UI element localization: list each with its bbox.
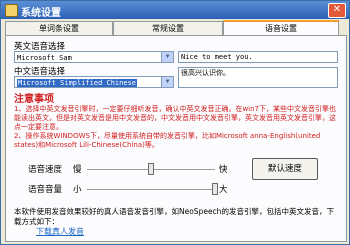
tab-single-entry[interactable]: 单词条设置 bbox=[5, 21, 113, 35]
volume-min-label: 小 bbox=[73, 185, 82, 195]
english-voice-value: Microsoft Sam bbox=[17, 54, 72, 62]
speed-label: 语音速度 bbox=[28, 165, 63, 175]
speed-min-label: 慢 bbox=[73, 165, 82, 175]
chevron-down-icon[interactable]: ▼ bbox=[161, 77, 173, 87]
english-sample-input[interactable]: Nice to meet you. bbox=[178, 51, 338, 63]
download-voice-link[interactable]: 下载真人发音 bbox=[36, 226, 84, 237]
reset-speed-button[interactable]: 默认速度 bbox=[252, 158, 318, 180]
chinese-voice-value: Microsoft Simplified Chinese bbox=[17, 79, 138, 87]
footnote-text: 本软件使用发音效果较好的真人语音发音引擎，如NeoSpeech的发音引擎，包括中… bbox=[14, 207, 334, 226]
volume-slider-track[interactable] bbox=[87, 189, 215, 191]
volume-label: 语音音量 bbox=[28, 185, 63, 195]
tab-general[interactable]: 常规设置 bbox=[113, 21, 223, 35]
voice-settings-panel: 英文语音选择 Microsoft Sam ▼ Nice to meet you.… bbox=[5, 35, 347, 242]
notes-title: 注意事项 bbox=[14, 94, 54, 105]
speed-max-label: 快 bbox=[219, 165, 228, 175]
note-item-1: 1、选择中英文发音引擎时，一定要仔细听发音，确认中英文发音正确。在win7下，某… bbox=[14, 105, 337, 131]
title-bar[interactable]: 系统设置 ✕ bbox=[1, 1, 349, 19]
close-button[interactable]: ✕ bbox=[328, 3, 346, 18]
english-voice-select[interactable]: Microsoft Sam ▼ bbox=[14, 51, 174, 63]
volume-max-label: 大 bbox=[219, 185, 228, 195]
chinese-voice-select[interactable]: Microsoft Simplified Chinese ▼ bbox=[14, 76, 174, 88]
window-title: 系统设置 bbox=[21, 8, 61, 19]
close-icon: ✕ bbox=[332, 4, 342, 15]
chevron-down-icon[interactable]: ▼ bbox=[161, 52, 173, 62]
tab-bar: 单词条设置 常规设置 语音设置 bbox=[5, 20, 345, 37]
note-item-2: 2、操作系统WINDOWS下，尽量使用系统自带的发音引擎，比如Microsoft… bbox=[14, 132, 321, 149]
app-icon bbox=[5, 4, 18, 17]
speed-slider-thumb[interactable] bbox=[148, 163, 154, 175]
settings-window: 系统设置 ✕ 单词条设置 常规设置 语音设置 英文语音选择 Microsoft … bbox=[0, 0, 350, 245]
chinese-sample-input[interactable]: 很高兴认识你。 bbox=[178, 67, 338, 88]
volume-slider-thumb[interactable] bbox=[212, 183, 218, 195]
